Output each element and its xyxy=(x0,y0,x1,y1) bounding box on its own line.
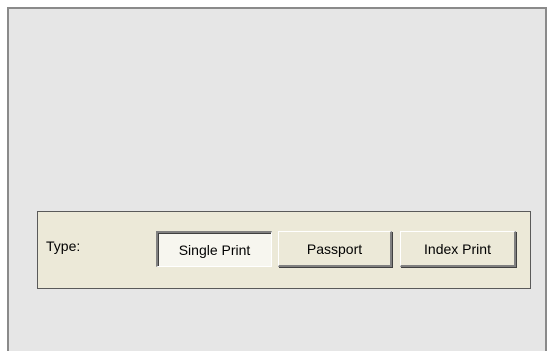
passport-button[interactable]: Passport xyxy=(278,231,392,267)
index-print-button[interactable]: Index Print xyxy=(400,231,516,267)
type-label: Type: xyxy=(46,238,81,254)
preview-area xyxy=(7,7,547,351)
type-selector-panel: Type: Single Print Passport Index Print xyxy=(37,211,531,289)
single-print-button[interactable]: Single Print xyxy=(156,231,272,267)
